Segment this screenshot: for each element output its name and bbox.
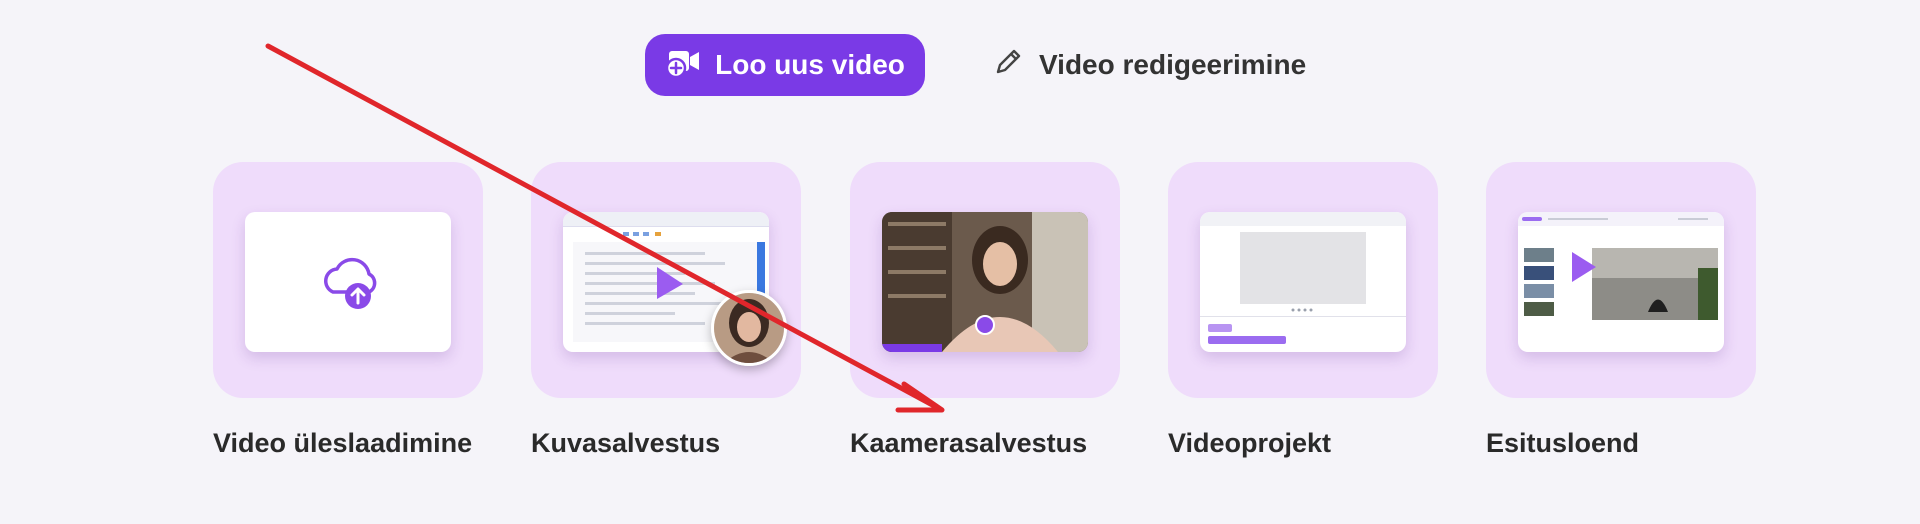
card-label: Esitusloend — [1486, 428, 1640, 458]
playlist-preview — [1518, 212, 1724, 352]
card-tile — [1486, 162, 1756, 398]
card-tile — [213, 162, 483, 398]
card-playlist[interactable]: Esitusloend — [1486, 162, 1756, 458]
card-label: Kuvasalvestus — [531, 428, 721, 458]
create-mode-tabs: Loo uus video Video redigeerimine — [0, 34, 1920, 98]
tab-create-new-video[interactable]: Loo uus video — [645, 34, 925, 96]
card-label: Video üleslaadimine — [213, 428, 473, 458]
card-tile — [850, 162, 1120, 398]
card-camera-recording[interactable]: Kaamerasalvestus — [850, 162, 1120, 458]
video-project-preview — [1200, 212, 1406, 352]
camera-recording-preview — [882, 212, 1088, 352]
avatar — [711, 290, 787, 366]
card-tile — [1168, 162, 1438, 398]
tab-edit-video-label: Video redigeerimine — [1039, 49, 1307, 80]
card-label: Kaamerasalvestus — [850, 428, 1088, 458]
card-label: Videoprojekt — [1168, 428, 1332, 458]
record-dot — [975, 315, 995, 335]
upload-preview — [245, 212, 451, 352]
pencil-icon — [991, 45, 1025, 86]
card-video-upload[interactable]: Video üleslaadimine — [213, 162, 483, 458]
card-video-project[interactable]: Videoprojekt — [1168, 162, 1438, 458]
video-add-icon — [665, 45, 703, 86]
card-tile — [531, 162, 801, 398]
tab-edit-video[interactable]: Video redigeerimine — [985, 34, 1315, 96]
tab-create-new-video-label: Loo uus video — [715, 49, 905, 80]
cloud-upload-icon — [324, 257, 377, 309]
card-screen-recording[interactable]: Kuvasalvestus — [531, 162, 801, 458]
